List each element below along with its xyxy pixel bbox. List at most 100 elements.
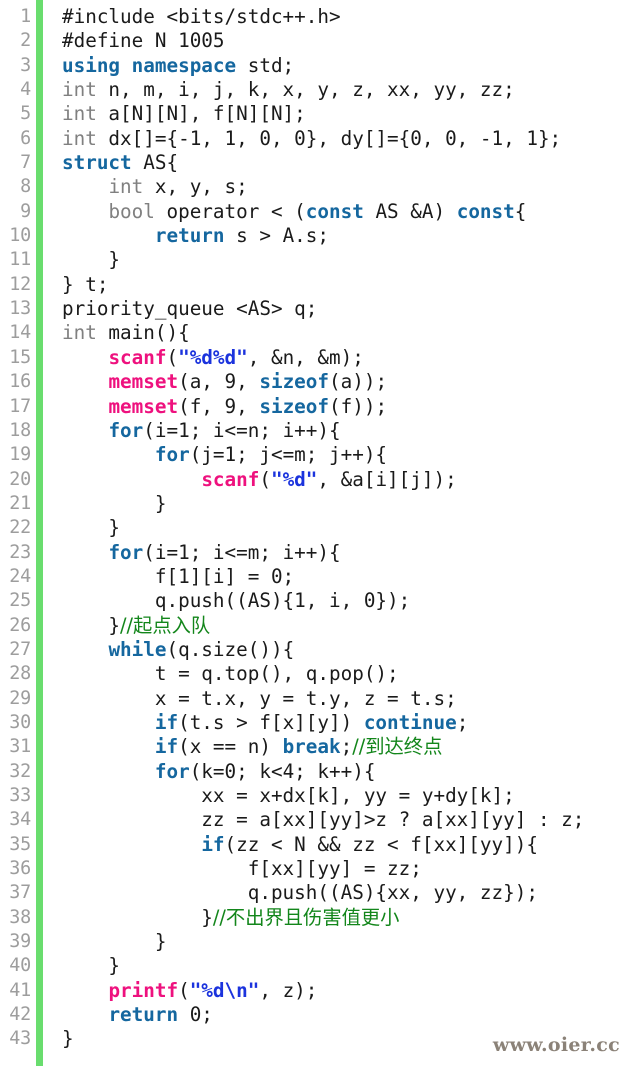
code-line[interactable]: 23 for(i=1; i<=m; i++){ (0, 541, 626, 565)
code-line[interactable]: 39 } (0, 930, 626, 954)
code-line[interactable]: 36 f[xx][yy] = zz; (0, 857, 626, 881)
code-line[interactable]: 10 return s > A.s; (0, 224, 626, 248)
code-line[interactable]: 42 return 0; (0, 1003, 626, 1027)
line-source: scanf("%d", &a[i][j]); (62, 467, 457, 492)
line-number: 25 (9, 590, 31, 612)
code-line[interactable]: 4 int n, m, i, j, k, x, y, z, xx, yy, zz; (0, 78, 626, 102)
token-p: } (62, 1027, 74, 1051)
code-line[interactable]: 37 q.push((AS){xx, yy, zz}); (0, 881, 626, 905)
line-source: t = q.top(), q.pop(); (62, 662, 399, 686)
code-line[interactable]: 5 int a[N][N], f[N][N]; (0, 102, 626, 126)
line-source: bool operator < (const AS &A) const{ (62, 200, 526, 224)
line-source: } (62, 930, 167, 954)
code-line[interactable]: 27 while(q.size()){ (0, 638, 626, 662)
token-p: } (62, 516, 121, 540)
code-line[interactable]: 35 if(zz < N && zz < f[xx][yy]){ (0, 833, 626, 857)
token-p: ( (259, 467, 271, 491)
line-number: 23 (9, 541, 31, 563)
code-line[interactable]: 14 int main(){ (0, 321, 626, 345)
line-source: #include <bits/stdc++.h> (62, 5, 341, 29)
token-p (62, 638, 108, 661)
line-source: for(i=1; i<=m; i++){ (62, 541, 340, 565)
code-line[interactable]: 34 zz = a[xx][yy]>z ? a[xx][yy] : z; (0, 808, 626, 832)
line-number: 2 (20, 30, 31, 52)
token-p: zz = a[xx][yy]>z ? a[xx][yy] : z; (62, 808, 585, 832)
code-line[interactable]: 38 }//不出界且伤害值更小 (0, 906, 626, 930)
code-line[interactable]: 32 for(k=0; k<4; k++){ (0, 760, 626, 784)
line-source: q.push((AS){1, i, 0}); (62, 589, 410, 613)
token-p: { (514, 199, 527, 223)
code-line[interactable]: 25 q.push((AS){1, i, 0}); (0, 589, 626, 613)
code-line[interactable]: 21 } (0, 492, 626, 516)
line-number: 12 (9, 273, 31, 295)
token-p (62, 395, 108, 418)
code-line[interactable]: 6 int dx[]={-1, 1, 0, 0}, dy[]={0, 0, -1,… (0, 127, 626, 151)
token-p: #include <bits/stdc++.h> (62, 5, 341, 28)
code-line[interactable]: 17 memset(f, 9, sizeof(f)); (0, 395, 626, 419)
line-source: }//不出界且伤害值更小 (62, 906, 399, 930)
code-line[interactable]: 11 } (0, 248, 626, 272)
token-p: (f)); (329, 394, 388, 418)
code-line[interactable]: 33 xx = x+dx[k], yy = y+dy[k]; (0, 784, 626, 808)
token-p: (f, 9, (178, 394, 260, 418)
token-p: operator < ( (154, 199, 306, 223)
line-number: 26 (9, 614, 31, 636)
code-line[interactable]: 30 if(t.s > f[x][y]) continue; (0, 711, 626, 735)
line-number: 21 (9, 492, 31, 514)
code-line[interactable]: 26 }//起点入队 (0, 614, 626, 638)
token-p: std; (236, 53, 295, 77)
code-line[interactable]: 41 printf("%d\n", z); (0, 979, 626, 1003)
line-source: } (62, 248, 120, 272)
line-number: 37 (9, 882, 31, 904)
line-number: 29 (9, 687, 31, 709)
line-source: } (62, 1027, 74, 1051)
code-line[interactable]: 2 #define N 1005 (0, 29, 626, 53)
code-line-list[interactable]: 1 #include <bits/stdc++.h> 2 #define N 1005… (0, 5, 626, 1052)
code-line[interactable]: 13 priority_queue <AS> q; (0, 297, 626, 321)
token-c: //到达终点 (352, 735, 443, 759)
line-number: 3 (20, 54, 31, 76)
token-s: "%d%d" (178, 345, 248, 369)
token-k: const (456, 199, 515, 223)
code-line[interactable]: 15 scanf("%d%d", &n, &m); (0, 346, 626, 370)
code-line[interactable]: 1 #include <bits/stdc++.h> (0, 5, 626, 29)
code-line[interactable]: 31 if(x == n) break;//到达终点 (0, 735, 626, 759)
token-p: , &a[i][j]); (317, 467, 457, 491)
line-source: } (62, 492, 167, 516)
code-line[interactable]: 29 x = t.x, y = t.y, z = t.s; (0, 687, 626, 711)
token-c: //不出界且伤害值更小 (212, 905, 400, 929)
token-p: (q.size()){ (166, 637, 295, 661)
line-number: 31 (9, 736, 31, 758)
line-source: int a[N][N], f[N][N]; (62, 102, 306, 126)
code-line[interactable]: 20 scanf("%d", &a[i][j]); (0, 468, 626, 492)
token-p: , &n, &m); (247, 345, 364, 369)
code-line[interactable]: 22 } (0, 516, 626, 540)
code-line[interactable]: 19 for(j=1; j<=m; j++){ (0, 443, 626, 467)
code-line[interactable]: 18 for(i=1; i<=n; i++){ (0, 419, 626, 443)
code-line[interactable]: 9 bool operator < (const AS &A) const{ (0, 200, 626, 224)
code-line[interactable]: 40 } (0, 954, 626, 978)
line-number: 15 (9, 346, 31, 368)
line-source: f[xx][yy] = zz; (62, 857, 422, 881)
code-line[interactable]: 16 memset(a, 9, sizeof(a)); (0, 370, 626, 394)
token-k: const (305, 199, 364, 223)
code-line[interactable]: 24 f[1][i] = 0; (0, 565, 626, 589)
line-source: f[1][i] = 0; (62, 565, 294, 589)
token-p: } t; (62, 272, 109, 296)
code-line[interactable]: 28 t = q.top(), q.pop(); (0, 662, 626, 686)
line-number: 32 (9, 760, 31, 782)
code-line[interactable]: 12 } t; (0, 273, 626, 297)
line-number: 30 (9, 711, 31, 733)
token-f: printf (108, 978, 179, 1002)
token-t: bool (108, 199, 155, 223)
token-k: if (201, 832, 225, 856)
code-line[interactable]: 8 int x, y, s; (0, 175, 626, 199)
line-number: 13 (9, 298, 31, 320)
token-f: scanf (201, 467, 260, 491)
line-number: 16 (9, 371, 31, 393)
token-p: q.push((AS){xx, yy, zz}); (62, 881, 538, 905)
token-p (62, 541, 108, 564)
line-number: 8 (20, 176, 31, 198)
code-line[interactable]: 7 struct AS{ (0, 151, 626, 175)
code-line[interactable]: 3 using namespace std; (0, 54, 626, 78)
